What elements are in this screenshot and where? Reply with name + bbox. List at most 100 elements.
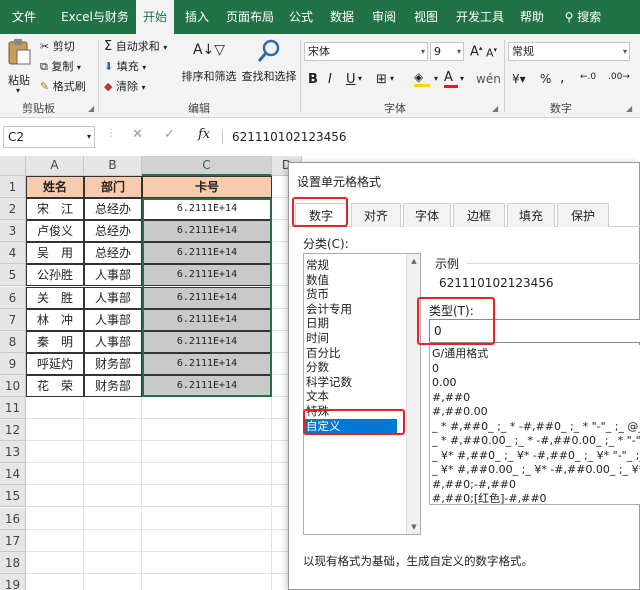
clear-button[interactable]: ◆ 清除 ▾: [104, 78, 145, 94]
header-cell[interactable]: 部门: [84, 176, 142, 199]
row-header[interactable]: 6: [0, 286, 26, 309]
currency-icon[interactable]: ¥▾: [512, 72, 526, 86]
column-header-b[interactable]: B: [84, 156, 142, 176]
menu-help[interactable]: 帮助: [514, 0, 550, 34]
cell[interactable]: [142, 573, 272, 590]
cell[interactable]: [26, 529, 84, 552]
row-header[interactable]: 7: [0, 308, 26, 331]
menu-view[interactable]: 视图: [408, 0, 444, 34]
column-header-a[interactable]: A: [26, 156, 84, 176]
percent-button[interactable]: %: [540, 72, 551, 86]
category-item[interactable]: 时间: [306, 331, 329, 345]
category-scrollbar[interactable]: ▲ ▼: [406, 254, 420, 534]
tab-fill[interactable]: 填充: [507, 203, 555, 227]
row-header[interactable]: 5: [0, 264, 26, 287]
name-cell[interactable]: 呼延灼: [26, 352, 84, 375]
shrink-font-icon[interactable]: A▾: [486, 46, 497, 60]
underline-button[interactable]: U: [346, 72, 356, 87]
name-cell[interactable]: 宋 江: [26, 198, 84, 221]
format-item[interactable]: #,##0;[红色]-#,##0: [432, 492, 547, 504]
cell[interactable]: [26, 419, 84, 442]
category-item[interactable]: 会计专用: [306, 302, 352, 316]
row-header[interactable]: 12: [0, 419, 26, 442]
department-cell[interactable]: 总经办: [84, 242, 142, 265]
format-item[interactable]: 0.00: [432, 376, 457, 391]
copy-button[interactable]: ⧉ 复制 ▾: [40, 58, 81, 74]
row-header[interactable]: 2: [0, 198, 26, 221]
department-cell[interactable]: 财务部: [84, 352, 142, 375]
fill-button[interactable]: ⬇ 填充 ▾: [104, 58, 146, 74]
cell[interactable]: [142, 507, 272, 530]
format-item[interactable]: _ ¥* #,##0.00_ ;_ ¥* -#,##0.00_ ;_ ¥* "-…: [432, 463, 640, 478]
card-number-cell[interactable]: 6.2111E+14: [142, 220, 272, 243]
category-item[interactable]: 常规: [306, 258, 329, 272]
menu-home[interactable]: 开始: [136, 0, 174, 34]
cell[interactable]: [84, 507, 142, 530]
category-list[interactable]: 常规 数值 货币 会计专用 日期 时间 百分比 分数 科学记数 文本 特殊 自定义 ▲ ▼: [303, 253, 421, 535]
format-item[interactable]: #,##0: [432, 391, 470, 406]
department-cell[interactable]: 人事部: [84, 264, 142, 287]
category-item[interactable]: 文本: [306, 389, 329, 403]
cell[interactable]: [26, 441, 84, 464]
card-number-cell[interactable]: 6.2111E+14: [142, 198, 272, 221]
dialog-launcher-icon[interactable]: ◢: [88, 104, 94, 113]
formula-input[interactable]: 621110102123456: [232, 126, 640, 148]
tab-border[interactable]: 边框: [453, 203, 505, 227]
row-header[interactable]: 15: [0, 485, 26, 508]
category-item[interactable]: 科学记数: [306, 375, 352, 389]
chevron-down-icon[interactable]: ▾: [390, 74, 394, 83]
format-item[interactable]: _ * #,##0.00_ ;_ * -#,##0.00_ ;_ * "-"??…: [432, 434, 640, 449]
cell[interactable]: [84, 529, 142, 552]
header-cell[interactable]: 姓名: [26, 176, 84, 199]
card-number-cell[interactable]: 6.2111E+14: [142, 374, 272, 397]
category-item[interactable]: 日期: [306, 316, 329, 330]
row-header[interactable]: 10: [0, 374, 26, 397]
chevron-down-icon[interactable]: ▾: [460, 74, 464, 83]
row-header[interactable]: 9: [0, 352, 26, 375]
tab-font[interactable]: 字体: [403, 203, 451, 227]
cell[interactable]: [84, 485, 142, 508]
cell[interactable]: [26, 463, 84, 486]
cancel-icon[interactable]: ✕: [132, 127, 143, 142]
comma-button[interactable]: ,: [560, 70, 564, 86]
grow-font-icon[interactable]: A▴: [470, 44, 482, 59]
font-name-select[interactable]: 宋体 ▾: [304, 42, 428, 61]
name-cell[interactable]: 秦 明: [26, 330, 84, 353]
cell[interactable]: [142, 463, 272, 486]
chevron-down-icon[interactable]: ▾: [358, 74, 362, 83]
department-cell[interactable]: 人事部: [84, 308, 142, 331]
cell[interactable]: [84, 441, 142, 464]
paste-button[interactable]: 粘贴 ▾: [6, 38, 34, 95]
font-color-button[interactable]: A: [444, 70, 458, 88]
cut-button[interactable]: ✂ 剪切: [40, 38, 75, 54]
card-number-cell[interactable]: 6.2111E+14: [142, 330, 272, 353]
name-box[interactable]: C2 ▾: [3, 126, 95, 148]
wen-phonetic-icon[interactable]: wén: [476, 72, 501, 86]
card-number-cell[interactable]: 6.2111E+14: [142, 308, 272, 331]
name-cell[interactable]: 林 冲: [26, 308, 84, 331]
format-item[interactable]: _ ¥* #,##0_ ;_ ¥* -#,##0_ ;_ ¥* "-"_ ;_ …: [432, 449, 640, 464]
cell[interactable]: [142, 529, 272, 552]
confirm-icon[interactable]: ✓: [164, 127, 175, 142]
chevron-down-icon[interactable]: ▾: [434, 74, 438, 83]
row-header[interactable]: 18: [0, 551, 26, 574]
row-header[interactable]: 19: [0, 573, 26, 590]
card-number-cell[interactable]: 6.2111E+14: [142, 242, 272, 265]
tab-alignment[interactable]: 对齐: [351, 203, 401, 227]
tab-protection[interactable]: 保护: [557, 203, 609, 227]
menu-excel-finance[interactable]: Excel与财务: [52, 0, 138, 34]
font-size-select[interactable]: 9 ▾: [430, 42, 464, 61]
row-header[interactable]: 16: [0, 507, 26, 530]
find-select-button[interactable]: 查找和选择: [240, 38, 298, 94]
cell[interactable]: [84, 397, 142, 420]
cell[interactable]: [142, 419, 272, 442]
row-header[interactable]: 1: [0, 176, 26, 199]
cell[interactable]: [142, 485, 272, 508]
department-cell[interactable]: 总经办: [84, 220, 142, 243]
row-header[interactable]: 13: [0, 441, 26, 464]
format-item[interactable]: G/通用格式: [432, 347, 488, 362]
category-item[interactable]: 数值: [306, 273, 329, 287]
row-header[interactable]: 17: [0, 529, 26, 552]
row-header[interactable]: 8: [0, 330, 26, 353]
name-cell[interactable]: 公孙胜: [26, 264, 84, 287]
